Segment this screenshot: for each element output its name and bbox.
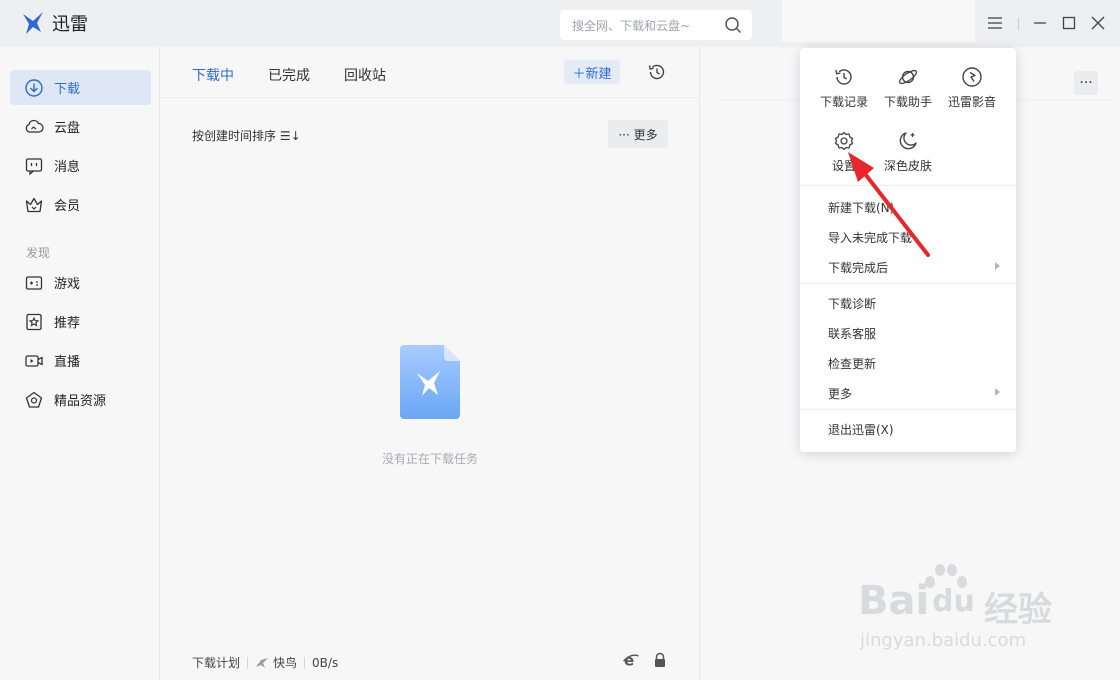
- menu-item-after-complete[interactable]: 下载完成后: [828, 259, 888, 276]
- menu-icon[interactable]: [986, 14, 1004, 32]
- menu-divider: [800, 409, 1016, 410]
- footer-divider: [304, 656, 306, 669]
- crown-icon: [25, 197, 43, 212]
- menu-item-exit[interactable]: 退出迅雷(X): [828, 421, 894, 438]
- menu-divider: [800, 283, 1016, 284]
- quick-label: 下载记录: [819, 95, 868, 109]
- sort-dropdown[interactable]: 按创建时间排序 ☰↓: [192, 127, 301, 144]
- title-divider: [1018, 18, 1019, 30]
- sidebar-item-label: 直播: [54, 355, 81, 370]
- tab-recycle-bin[interactable]: 回收站: [344, 65, 386, 85]
- watermark-brand: Bai: [858, 578, 930, 624]
- sidebar-item-label: 精品资源: [54, 394, 107, 409]
- sidebar-item-vip[interactable]: 会员: [10, 187, 151, 222]
- download-speed: 0B/s: [312, 655, 339, 670]
- sidebar-item-resources[interactable]: 精品资源: [10, 382, 151, 417]
- footer-divider: [247, 656, 249, 669]
- section-discover-label: 发现: [26, 246, 51, 260]
- menu-item-contact-support[interactable]: 联系客服: [828, 325, 876, 342]
- live-icon: [25, 354, 43, 367]
- watermark: Bai du 经验 jingyan.baidu.com: [858, 560, 1068, 660]
- gear-icon: [834, 131, 854, 151]
- sidebar-item-download[interactable]: 下载: [10, 70, 151, 105]
- tab-downloading[interactable]: 下载中: [192, 65, 234, 85]
- minimize-icon[interactable]: [1031, 14, 1049, 32]
- moon-icon: [899, 132, 917, 150]
- detail-more-button[interactable]: ···: [1074, 71, 1098, 95]
- app-logo: 迅雷: [20, 10, 88, 36]
- browser-ie-icon[interactable]: e: [623, 652, 639, 668]
- tab-completed[interactable]: 已完成: [268, 65, 310, 85]
- lock-icon[interactable]: [652, 652, 668, 668]
- search-box[interactable]: 搜全网、下载和云盘~: [560, 10, 752, 40]
- tabs-row: 下载中 已完成 回收站 ＋新建: [160, 47, 700, 98]
- sidebar-item-cloud[interactable]: 云盘: [10, 109, 151, 144]
- empty-file-icon: [400, 345, 460, 419]
- submenu-arrow-icon: [995, 262, 1000, 270]
- sidebar-item-label: 游戏: [54, 277, 81, 292]
- menu-download-history[interactable]: 下载记录: [814, 66, 874, 110]
- watermark-brand2: du: [932, 584, 975, 619]
- sidebar-item-label: 下载: [54, 82, 81, 97]
- gem-icon: [25, 391, 43, 408]
- play-circle-icon: [962, 67, 982, 87]
- search-icon[interactable]: [724, 16, 742, 34]
- submenu-arrow-icon: [995, 388, 1000, 396]
- menu-download-assistant[interactable]: 下载助手: [878, 66, 938, 110]
- new-task-button[interactable]: ＋新建: [564, 60, 620, 84]
- menu-xunlei-player[interactable]: 迅雷影音: [942, 66, 1002, 110]
- fast-bird-link[interactable]: 快鸟: [273, 654, 297, 671]
- download-panel: 下载中 已完成 回收站 ＋新建 按创建时间排序 ☰↓ ··· 更多 没有正在下载…: [160, 47, 700, 680]
- quick-label: 迅雷影音: [947, 95, 996, 109]
- menu-item-diagnose[interactable]: 下载诊断: [828, 295, 876, 312]
- user-area[interactable]: [782, 0, 975, 42]
- sidebar-item-games[interactable]: 游戏: [10, 265, 151, 300]
- sidebar-item-message[interactable]: 消息: [10, 148, 151, 183]
- sidebar-item-label: 消息: [54, 160, 81, 175]
- quick-label: 下载助手: [883, 95, 932, 109]
- maximize-icon[interactable]: [1060, 14, 1078, 32]
- bird-icon: [256, 657, 269, 668]
- star-icon: [26, 313, 42, 330]
- message-icon: [25, 157, 43, 175]
- status-footer: 下载计划 快鸟 0B/s: [192, 654, 338, 671]
- sidebar-item-label: 推荐: [54, 316, 81, 331]
- download-plan-link[interactable]: 下载计划: [192, 654, 240, 671]
- empty-state-text: 没有正在下载任务: [381, 452, 478, 466]
- watermark-cn: 经验: [984, 590, 1052, 630]
- sidebar: 下载 云盘 消息 会员 发现 游戏 推荐 直播 精品资源: [0, 47, 160, 680]
- history-icon: [835, 69, 852, 85]
- menu-item-more[interactable]: 更多: [828, 385, 852, 402]
- search-input[interactable]: 搜全网、下载和云盘~: [572, 17, 690, 34]
- history-icon[interactable]: [647, 62, 667, 82]
- watermark-url: jingyan.baidu.com: [860, 630, 1027, 651]
- cloud-icon: [25, 119, 44, 133]
- planet-icon: [898, 69, 918, 85]
- thunder-bird-icon: [23, 12, 43, 34]
- sidebar-item-label: 会员: [54, 199, 81, 214]
- more-button[interactable]: ··· 更多: [608, 120, 668, 148]
- title-bar: 迅雷 搜全网、下载和云盘~: [0, 0, 1120, 47]
- menu-item-check-update[interactable]: 检查更新: [828, 355, 876, 372]
- app-title: 迅雷: [52, 14, 88, 35]
- annotation-arrow-icon: [848, 152, 930, 257]
- sidebar-item-recommend[interactable]: 推荐: [10, 304, 151, 339]
- close-icon[interactable]: [1089, 14, 1107, 32]
- sidebar-item-live[interactable]: 直播: [10, 343, 151, 378]
- svg-text:e: e: [624, 652, 634, 668]
- sidebar-item-label: 云盘: [54, 121, 81, 136]
- download-icon: [25, 78, 43, 97]
- gamepad-icon: [25, 275, 43, 290]
